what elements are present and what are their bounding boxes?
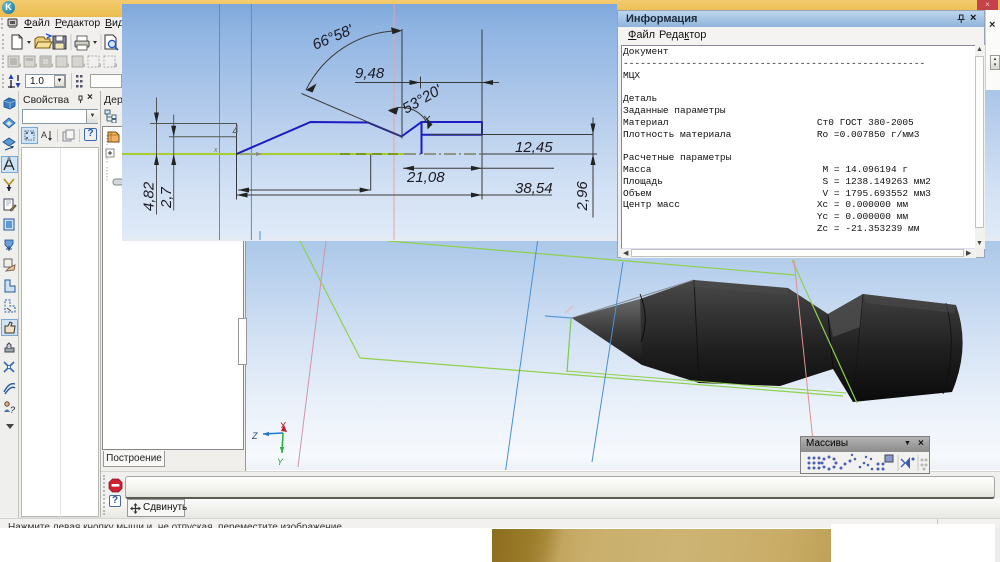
svg-text:12,45: 12,45 xyxy=(515,139,553,156)
svg-text:2,96: 2,96 xyxy=(574,181,591,212)
svg-text:4,82: 4,82 xyxy=(141,181,158,211)
svg-text:9,48: 9,48 xyxy=(355,65,385,82)
svg-text:Y: Y xyxy=(277,457,284,467)
svg-text:66°58': 66°58' xyxy=(310,21,357,54)
svg-text:53°20': 53°20' xyxy=(400,81,446,117)
svg-text:2,7: 2,7 xyxy=(158,186,175,209)
svg-text:?: ? xyxy=(10,405,15,415)
svg-text:x: x xyxy=(213,147,218,154)
svg-text:Z: Z xyxy=(251,431,258,441)
svg-text:38,54: 38,54 xyxy=(515,180,553,197)
svg-text:A: A xyxy=(41,130,47,140)
svg-text:21,08: 21,08 xyxy=(406,169,445,186)
